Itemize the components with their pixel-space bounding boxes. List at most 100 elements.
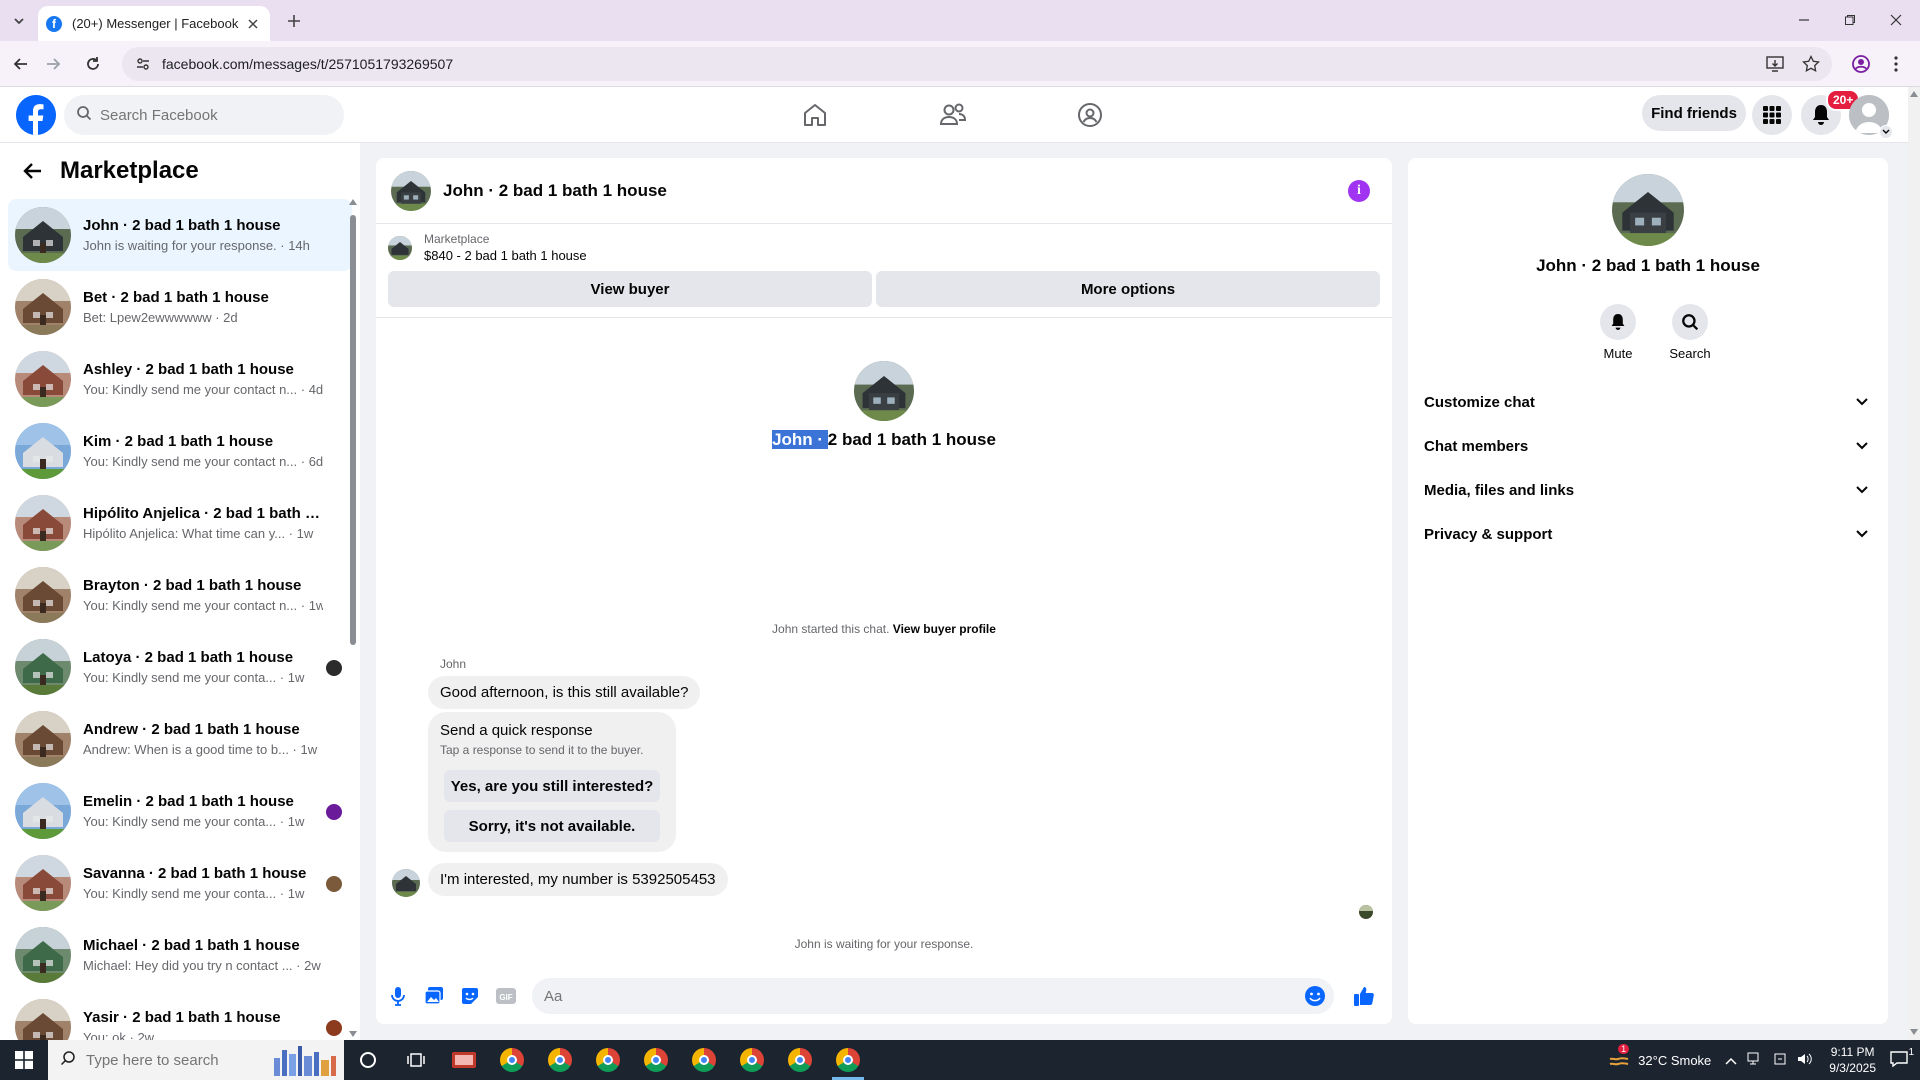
gif-icon[interactable]: GIF (488, 978, 524, 1014)
chat-row[interactable]: Brayton · 2 bad 1 bath 1 house You: Kind… (8, 559, 352, 631)
chrome-taskbar-icon[interactable] (680, 1040, 728, 1080)
volume-icon[interactable] (1797, 1052, 1813, 1069)
search-icon (60, 1050, 76, 1071)
weather-text: 32°C Smoke (1638, 1052, 1712, 1068)
chat-row[interactable]: Kim · 2 bad 1 bath 1 house You: Kindly s… (8, 415, 352, 487)
chat-row[interactable]: Yasir · 2 bad 1 bath 1 house You: ok · 2… (8, 991, 352, 1040)
weather-widget[interactable]: 1 32°C Smoke (1608, 1043, 1712, 1071)
microphone-icon[interactable] (380, 978, 416, 1014)
back-arrow-icon[interactable] (18, 157, 46, 185)
mute-button[interactable]: Mute (1588, 304, 1648, 361)
close-tab-icon[interactable] (244, 15, 262, 33)
quick-response-no-button[interactable]: Sorry, it's not available. (444, 810, 660, 842)
thumbs-up-icon[interactable] (1346, 978, 1382, 1014)
chrome-taskbar-icon[interactable] (776, 1040, 824, 1080)
chat-thumbnail (15, 279, 71, 335)
quick-response-yes-button[interactable]: Yes, are you still interested? (444, 770, 660, 802)
message-bubble[interactable]: I'm interested, my number is 5392505453 (428, 863, 728, 896)
chrome-taskbar-icon-active[interactable] (824, 1040, 872, 1080)
view-buyer-button[interactable]: View buyer (388, 271, 873, 307)
new-tab-icon[interactable] (282, 9, 306, 33)
message-input-box[interactable] (532, 978, 1334, 1014)
details-avatar[interactable] (1612, 174, 1684, 246)
read-receipt-avatar (326, 876, 342, 892)
page-scrollbar[interactable] (1908, 87, 1920, 1040)
site-info-icon[interactable] (128, 49, 158, 79)
chat-preview: Bet: Lpew2ewwwwww · 2d (83, 310, 238, 325)
chat-row[interactable]: Bet · 2 bad 1 bath 1 house Bet: Lpew2eww… (8, 271, 352, 343)
chat-row[interactable]: Latoya · 2 bad 1 bath 1 house You: Kindl… (8, 631, 352, 703)
browser-profile-icon[interactable] (1848, 51, 1874, 77)
chevron-up-icon[interactable] (1725, 1053, 1737, 1068)
sender-avatar[interactable] (392, 869, 420, 897)
friends-nav-icon[interactable] (897, 95, 1009, 135)
home-nav-icon[interactable] (759, 95, 871, 135)
menu-grid-icon[interactable] (1752, 95, 1792, 135)
info-icon[interactable]: i (1348, 180, 1370, 202)
media-files-links-section[interactable]: Media, files and links (1424, 468, 1872, 512)
emoji-icon[interactable] (1302, 983, 1328, 1009)
groups-nav-icon[interactable] (1034, 95, 1146, 135)
chat-row[interactable]: Savanna · 2 bad 1 bath 1 house You: Kind… (8, 847, 352, 919)
wifi-icon[interactable] (1773, 1052, 1787, 1069)
search-in-chat-button[interactable]: Search (1660, 304, 1720, 361)
address-bar[interactable]: facebook.com/messages/t/2571051793269507 (122, 47, 1832, 81)
chrome-taskbar-icon[interactable] (728, 1040, 776, 1080)
read-receipt-avatar (326, 804, 342, 820)
chat-thumbnail (15, 999, 71, 1040)
taskbar-app-icon[interactable] (440, 1040, 488, 1080)
facebook-search[interactable] (64, 95, 344, 135)
back-icon[interactable] (8, 51, 34, 77)
photo-icon[interactable] (416, 978, 452, 1014)
browser-menu-icon[interactable] (1884, 51, 1908, 77)
browser-tab[interactable]: f (20+) Messenger | Facebook (38, 6, 270, 41)
find-friends-button[interactable]: Find friends (1642, 95, 1746, 131)
restore-icon[interactable] (1836, 8, 1864, 32)
windows-start-icon[interactable] (0, 1040, 48, 1080)
taskbar-search-input[interactable] (86, 1051, 256, 1069)
chat-row[interactable]: Emelin · 2 bad 1 bath 1 house You: Kindl… (8, 775, 352, 847)
facebook-search-input[interactable] (100, 106, 320, 124)
install-app-icon[interactable] (1760, 49, 1790, 79)
cortana-icon[interactable] (344, 1040, 392, 1080)
chrome-taskbar-icon[interactable] (536, 1040, 584, 1080)
message-input[interactable] (544, 987, 1302, 1005)
sticker-icon[interactable] (452, 978, 488, 1014)
reload-icon[interactable] (80, 51, 106, 77)
message-bubble[interactable]: Good afternoon, is this still available? (428, 676, 701, 709)
chat-row[interactable]: Andrew · 2 bad 1 bath 1 house Andrew: Wh… (8, 703, 352, 775)
svg-text:GIF: GIF (499, 993, 512, 1002)
view-buyer-profile-link[interactable]: View buyer profile (893, 622, 996, 636)
minimize-icon[interactable] (1790, 8, 1818, 32)
intro-avatar[interactable] (854, 361, 914, 421)
facebook-logo-icon[interactable] (16, 95, 56, 135)
privacy-support-section[interactable]: Privacy & support (1424, 512, 1872, 556)
task-view-icon[interactable] (392, 1040, 440, 1080)
chrome-taskbar-icon[interactable] (488, 1040, 536, 1080)
customize-chat-section[interactable]: Customize chat (1424, 380, 1872, 424)
action-center-icon[interactable]: 1 (1890, 1047, 1914, 1070)
chrome-taskbar-icon[interactable] (632, 1040, 680, 1080)
listing-thumbnail[interactable] (388, 235, 412, 260)
bookmark-star-icon[interactable] (1796, 49, 1826, 79)
close-window-icon[interactable] (1882, 8, 1910, 32)
chat-row[interactable]: Ashley · 2 bad 1 bath 1 house You: Kindl… (8, 343, 352, 415)
forward-icon[interactable] (40, 51, 66, 77)
chat-preview: John is waiting for your response. · 14h (83, 238, 310, 253)
tab-search-icon[interactable] (8, 10, 30, 32)
chat-row[interactable]: Hipólito Anjelica · 2 bad 1 bath 1... Hi… (8, 487, 352, 559)
conversation-avatar[interactable] (391, 170, 431, 211)
house-thumbnail (391, 170, 431, 211)
chat-list-scrollbar[interactable] (348, 199, 358, 1039)
account-chevron-down-icon[interactable] (1879, 125, 1893, 139)
taskbar-search[interactable] (48, 1040, 344, 1080)
clock[interactable]: 9:11 PM 9/3/2025 (1829, 1044, 1876, 1076)
chat-row[interactable]: John · 2 bad 1 bath 1 house John is wait… (8, 199, 352, 271)
chrome-taskbar-icon[interactable] (584, 1040, 632, 1080)
chat-members-section[interactable]: Chat members (1424, 424, 1872, 468)
network-icon[interactable] (1747, 1052, 1763, 1069)
more-options-button[interactable]: More options (876, 271, 1380, 307)
chat-row[interactable]: Michael · 2 bad 1 bath 1 house Michael: … (8, 919, 352, 991)
listing-title[interactable]: $840 - 2 bad 1 bath 1 house (424, 248, 587, 263)
chat-thumbnail (15, 351, 71, 407)
